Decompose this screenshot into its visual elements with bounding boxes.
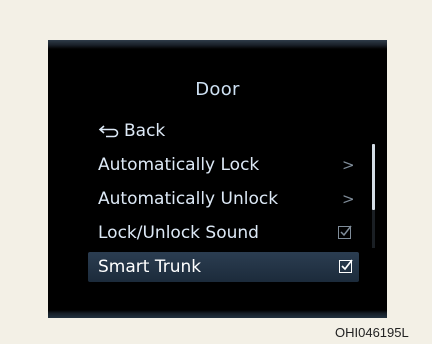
screen-top-bezel bbox=[48, 40, 387, 49]
page-title: Door bbox=[195, 79, 240, 100]
menu-item-lock-unlock-sound[interactable]: Lock/Unlock Sound bbox=[96, 219, 358, 247]
scrollbar-thumb[interactable] bbox=[372, 144, 375, 210]
chevron-right-icon: > bbox=[342, 190, 355, 208]
display-screen: Door Back Automatically Lock > Automatic… bbox=[48, 40, 387, 318]
menu-item-label: Automatically Lock bbox=[98, 155, 260, 175]
chevron-right-icon: > bbox=[342, 156, 355, 174]
menu-item-smart-trunk[interactable]: Smart Trunk bbox=[88, 252, 359, 282]
menu-item-label: Automatically Unlock bbox=[98, 189, 279, 209]
back-button[interactable]: Back bbox=[96, 117, 358, 145]
menu-item-label: Smart Trunk bbox=[98, 257, 202, 277]
menu-item-label: Lock/Unlock Sound bbox=[98, 223, 259, 243]
menu-item-automatically-unlock[interactable]: Automatically Unlock > bbox=[96, 185, 358, 213]
back-row: Back bbox=[98, 117, 165, 145]
checkbox-checked-icon[interactable] bbox=[339, 259, 353, 273]
figure-code: OHI046195L bbox=[335, 325, 409, 340]
back-arrow-icon bbox=[98, 125, 119, 138]
menu-item-automatically-lock[interactable]: Automatically Lock > bbox=[96, 151, 358, 179]
screen-bottom-bezel bbox=[48, 310, 387, 318]
back-label: Back bbox=[124, 121, 166, 141]
scrollbar[interactable] bbox=[372, 144, 375, 248]
checkbox-checked-icon[interactable] bbox=[338, 225, 352, 239]
